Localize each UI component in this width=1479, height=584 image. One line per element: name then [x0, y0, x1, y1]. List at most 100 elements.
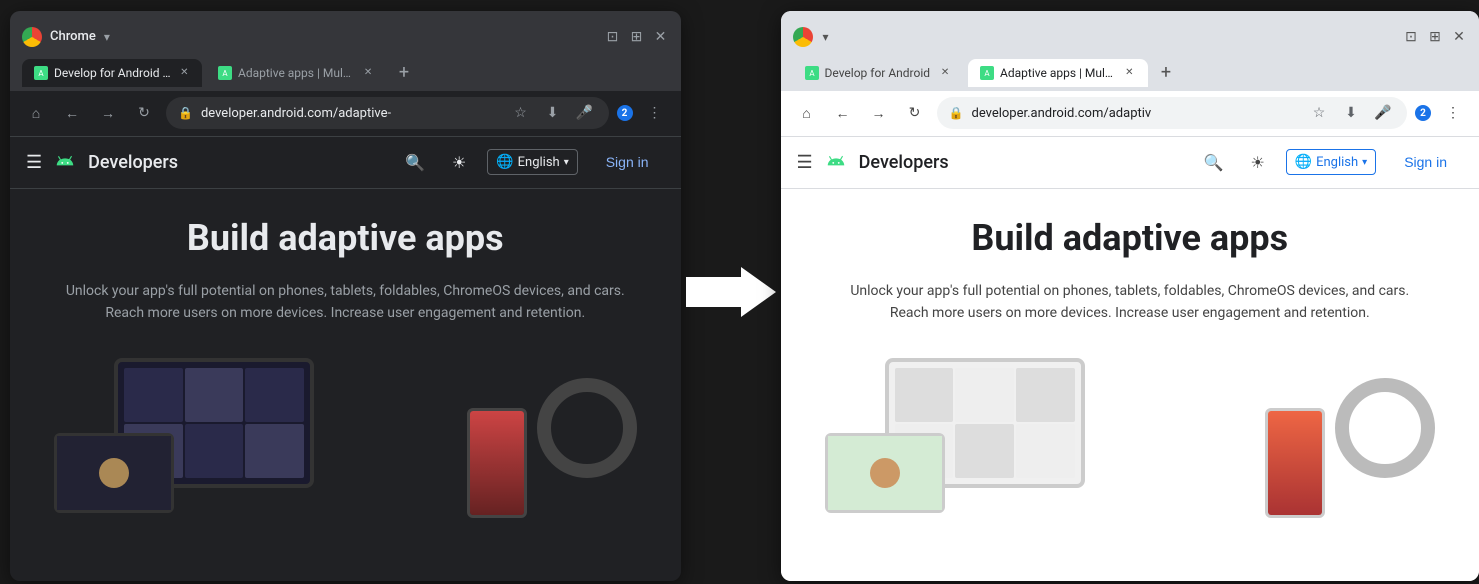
lock-icon-right: 🔒	[949, 106, 964, 120]
steering-wheel-right	[1335, 378, 1435, 478]
sign-in-btn-right[interactable]: Sign in	[1388, 148, 1463, 176]
maximize-btn-right[interactable]: ⊞	[1427, 29, 1443, 45]
window-controls-right: ⊡ ⊞ ✕	[1403, 29, 1467, 45]
svg-text:A: A	[984, 69, 990, 78]
mic-icon-right[interactable]: 🎤	[1371, 101, 1395, 125]
browser-left: Chrome ▾ ⊡ ⊞ ✕ A Develop for Android | A…	[10, 11, 681, 581]
favicon-adaptive-left: A	[218, 66, 232, 80]
home-btn-right[interactable]: ⌂	[793, 99, 821, 127]
tab-close-adaptive-right[interactable]: ✕	[1123, 66, 1136, 80]
minimize-btn-right[interactable]: ⊡	[1403, 29, 1419, 45]
small-tablet-left	[54, 433, 174, 513]
close-btn-left[interactable]: ✕	[653, 29, 669, 45]
dropdown-chevron-left[interactable]: ▾	[104, 30, 110, 44]
svg-text:A: A	[222, 69, 228, 78]
url-bar-right[interactable]: 🔒 developer.android.com/adaptiv ☆ ⬇ 🎤	[937, 97, 1407, 129]
reload-btn-left[interactable]: ↻	[130, 99, 158, 127]
favicon-android-left: A	[34, 66, 48, 80]
phone-right	[1265, 408, 1325, 518]
tab-adaptive-right[interactable]: A Adaptive apps | Multi… ✕	[968, 59, 1148, 87]
tab-adaptive-left[interactable]: A Adaptive apps | Multidev… ✕	[206, 59, 386, 87]
new-tab-btn-right[interactable]: +	[1152, 59, 1180, 87]
forward-btn-left[interactable]: →	[94, 99, 122, 127]
globe-icon-left: 🌐	[496, 154, 513, 170]
page-content-left: Build adaptive apps Unlock your app's fu…	[10, 189, 681, 581]
browser-right: ▾ ⊡ ⊞ ✕ A Develop for Android ✕	[781, 11, 1479, 581]
star-icon-left[interactable]: ☆	[509, 101, 533, 125]
globe-icon-right: 🌐	[1295, 154, 1312, 170]
favicon-adaptive-right: A	[980, 66, 994, 80]
page-content-right: Build adaptive apps Unlock your app's fu…	[781, 189, 1479, 581]
main-container: Chrome ▾ ⊡ ⊞ ✕ A Develop for Android | A…	[0, 0, 1479, 584]
tab-label-adaptive-left: Adaptive apps | Multidev…	[238, 66, 354, 80]
url-bar-left[interactable]: 🔒 developer.android.com/adaptive- ☆ ⬇ 🎤	[166, 97, 609, 129]
tab-label-android-left: Develop for Android | And…	[54, 66, 171, 80]
tab-android-right[interactable]: A Develop for Android ✕	[793, 59, 965, 87]
android-logo-right	[825, 151, 847, 173]
dropdown-chevron-right[interactable]: ▾	[823, 30, 829, 44]
extension-badge-left[interactable]: 2	[617, 105, 633, 121]
back-btn-left[interactable]: ←	[58, 99, 86, 127]
tab-close-adaptive-left[interactable]: ✕	[362, 66, 374, 80]
more-btn-right[interactable]: ⋮	[1439, 99, 1467, 127]
lang-dropdown-arrow-left: ▾	[564, 157, 569, 168]
more-btn-left[interactable]: ⋮	[641, 99, 669, 127]
page-navbar-left: ☰ Developers 🔍 ☀ 🌐 English ▾ Sign in	[10, 137, 681, 189]
maximize-btn-left[interactable]: ⊞	[629, 29, 645, 45]
hamburger-icon-right[interactable]: ☰	[797, 152, 813, 173]
search-btn-left[interactable]: 🔍	[399, 146, 431, 178]
title-bar-left: Chrome ▾ ⊡ ⊞ ✕	[10, 11, 681, 55]
page-inner-left: Build adaptive apps Unlock your app's fu…	[10, 189, 681, 519]
home-btn-left[interactable]: ⌂	[22, 99, 50, 127]
title-bar-right: ▾ ⊡ ⊞ ✕	[781, 11, 1479, 55]
hamburger-icon-left[interactable]: ☰	[26, 152, 42, 173]
small-tablet-right	[825, 433, 945, 513]
close-btn-right[interactable]: ✕	[1451, 29, 1467, 45]
tab-android-left[interactable]: A Develop for Android | And… ✕	[22, 59, 202, 87]
sign-in-btn-left[interactable]: Sign in	[590, 148, 665, 176]
search-btn-right[interactable]: 🔍	[1198, 146, 1230, 178]
tab-close-android-left[interactable]: ✕	[179, 66, 190, 80]
address-bar-left: ⌂ ← → ↻ 🔒 developer.android.com/adaptive…	[10, 91, 681, 137]
hero-title-left: Build adaptive apps	[34, 217, 657, 260]
sun-btn-left[interactable]: ☀	[443, 146, 475, 178]
sun-btn-right[interactable]: ☀	[1242, 146, 1274, 178]
mic-icon-left[interactable]: 🎤	[573, 101, 597, 125]
tab-close-android-right[interactable]: ✕	[938, 66, 952, 80]
devices-mock-left	[34, 348, 657, 518]
transition-arrow	[681, 262, 781, 322]
window-controls-left: ⊡ ⊞ ✕	[605, 29, 669, 45]
reload-btn-right[interactable]: ↻	[901, 99, 929, 127]
star-icon-right[interactable]: ☆	[1307, 101, 1331, 125]
forward-btn-right[interactable]: →	[865, 99, 893, 127]
url-text-right: developer.android.com/adaptiv	[971, 106, 1299, 121]
android-logo-left	[54, 151, 76, 173]
language-btn-right[interactable]: 🌐 English ▾	[1286, 149, 1377, 175]
language-btn-left[interactable]: 🌐 English ▾	[487, 149, 578, 175]
app-name-left: Chrome	[50, 29, 96, 44]
lock-icon-left: 🔒	[178, 106, 193, 120]
phone-left	[467, 408, 527, 518]
tabs-bar-right: A Develop for Android ✕ A Adaptive apps …	[781, 55, 1479, 91]
english-label-right: English	[1316, 155, 1358, 170]
tab-label-android-right: Develop for Android	[825, 66, 931, 80]
chrome-icon-right	[793, 27, 813, 47]
english-label-left: English	[518, 155, 560, 170]
chrome-icon-left	[22, 27, 42, 47]
new-tab-btn-left[interactable]: +	[390, 59, 418, 87]
address-bar-right: ⌂ ← → ↻ 🔒 developer.android.com/adaptiv …	[781, 91, 1479, 137]
page-inner-right: Build adaptive apps Unlock your app's fu…	[781, 189, 1479, 519]
download-icon-right[interactable]: ⬇	[1339, 101, 1363, 125]
extension-badge-right[interactable]: 2	[1415, 105, 1431, 121]
download-icon-left[interactable]: ⬇	[541, 101, 565, 125]
brand-label-left: Developers	[88, 152, 178, 173]
brand-label-right: Developers	[859, 152, 949, 173]
page-navbar-right: ☰ Developers 🔍 ☀ 🌐 English ▾ Sign in	[781, 137, 1479, 189]
lang-dropdown-arrow-right: ▾	[1362, 157, 1367, 168]
back-btn-right[interactable]: ←	[829, 99, 857, 127]
minimize-btn-left[interactable]: ⊡	[605, 29, 621, 45]
svg-text:A: A	[38, 69, 44, 78]
tab-label-adaptive-right: Adaptive apps | Multi…	[1000, 66, 1115, 80]
url-text-left: developer.android.com/adaptive-	[201, 106, 501, 121]
hero-title-right: Build adaptive apps	[805, 217, 1455, 260]
